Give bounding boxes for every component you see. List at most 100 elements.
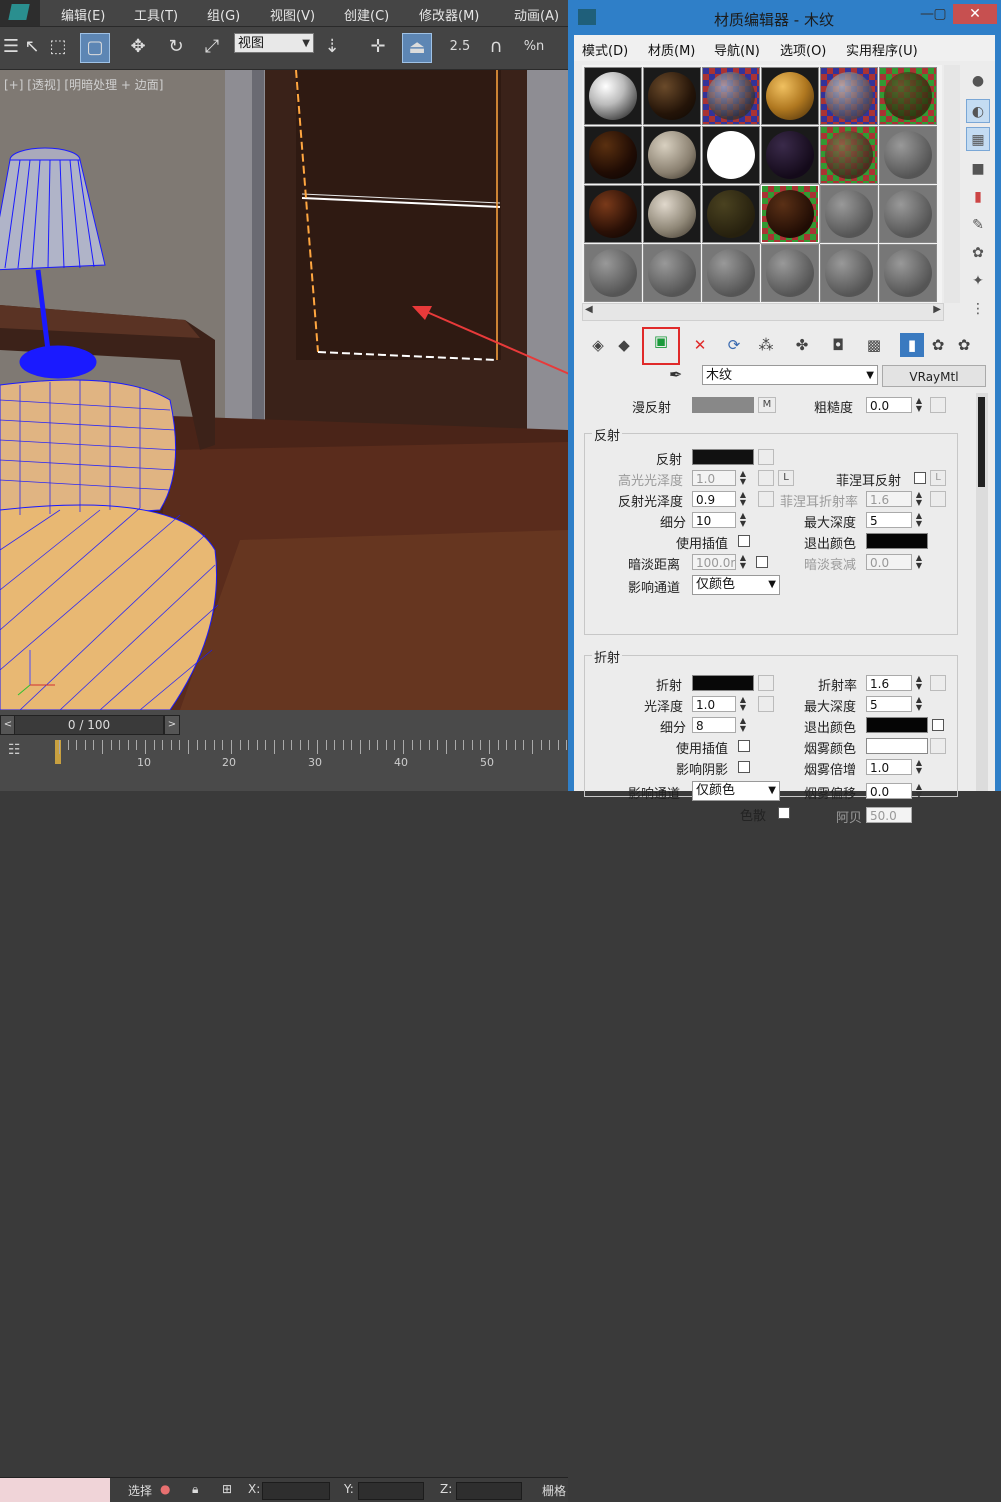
material-slot[interactable] bbox=[879, 67, 937, 125]
background-checker-icon[interactable]: ▦ bbox=[966, 127, 990, 151]
material-type-button[interactable]: VRayMtl bbox=[882, 365, 986, 387]
rect-selection-icon[interactable]: ⬚ bbox=[44, 33, 72, 61]
exit-color-swatch[interactable] bbox=[866, 533, 928, 549]
window-crossing-icon[interactable]: ▢ bbox=[80, 33, 110, 63]
gloss-map-button[interactable] bbox=[758, 696, 774, 712]
refr-subdivs-spinner[interactable]: ▲ ▼ bbox=[738, 717, 748, 733]
maximize-button[interactable]: ▢ bbox=[926, 4, 954, 24]
material-slot[interactable] bbox=[820, 244, 878, 302]
material-map-navigator-icon[interactable]: ⋮ bbox=[966, 297, 990, 321]
max-depth-field[interactable]: 5 bbox=[866, 512, 912, 528]
go-forward-sibling-icon[interactable]: ✿ bbox=[926, 333, 950, 357]
material-slot[interactable] bbox=[820, 67, 878, 125]
roughness-spinner[interactable]: ▲ ▼ bbox=[914, 397, 924, 413]
sample-uv-tiling-icon[interactable]: ■ bbox=[966, 157, 990, 181]
material-slot[interactable] bbox=[702, 126, 760, 184]
refr-exit-color-checkbox[interactable] bbox=[932, 719, 944, 731]
refract-map-button[interactable] bbox=[758, 675, 774, 691]
assign-to-selection-icon[interactable]: ▣ bbox=[642, 327, 680, 365]
menu-tools[interactable]: 工具(T) bbox=[134, 5, 178, 24]
hilight-gloss-field[interactable]: 1.0 bbox=[692, 470, 736, 486]
slots-vertical-scrollbar[interactable] bbox=[944, 65, 960, 303]
dispersion-checkbox[interactable] bbox=[778, 807, 790, 819]
menu-navigation[interactable]: 导航(N) bbox=[714, 40, 760, 59]
dim-distance-checkbox[interactable] bbox=[756, 556, 768, 568]
roughness-map-button[interactable] bbox=[930, 397, 946, 413]
material-editor-titlebar[interactable]: 材质编辑器 - 木纹 — ▢ ✕ bbox=[568, 0, 1001, 34]
menu-modes[interactable]: 模式(D) bbox=[582, 40, 628, 59]
reference-coord-dropdown[interactable]: 视图 ▼ bbox=[234, 33, 314, 53]
material-slot-active[interactable] bbox=[760, 184, 820, 244]
material-slot[interactable] bbox=[702, 67, 760, 125]
eyedropper-icon[interactable]: ✒ bbox=[669, 365, 693, 387]
isolate-icon[interactable]: ● bbox=[160, 1482, 170, 1496]
refl-gloss-map-button[interactable] bbox=[758, 491, 774, 507]
select-by-material-icon[interactable]: ✦ bbox=[966, 269, 990, 293]
go-to-parent-icon[interactable]: ▮ bbox=[900, 333, 924, 357]
ior-spinner[interactable]: ▲ ▼ bbox=[914, 675, 924, 691]
fog-bias-spinner[interactable]: ▲ ▼ bbox=[914, 783, 924, 799]
lock-selection-icon[interactable]: 🔒︎ bbox=[192, 1482, 198, 1497]
material-slot[interactable] bbox=[584, 185, 642, 243]
get-material-icon[interactable]: ◈ bbox=[586, 333, 610, 357]
z-coordinate-field[interactable] bbox=[456, 1482, 522, 1500]
material-slot[interactable] bbox=[702, 185, 760, 243]
time-slider[interactable]: 0 / 100 bbox=[14, 715, 164, 735]
pivot-icon[interactable]: ⇣ bbox=[318, 33, 346, 61]
refr-subdivs-field[interactable]: 8 bbox=[692, 717, 736, 733]
subdivs-spinner[interactable]: ▲ ▼ bbox=[738, 512, 748, 528]
material-slot[interactable] bbox=[761, 126, 819, 184]
use-interp-checkbox[interactable] bbox=[738, 535, 750, 547]
reflect-map-button[interactable] bbox=[758, 449, 774, 465]
options-icon[interactable]: ✿ bbox=[966, 241, 990, 265]
fog-color-map-button[interactable] bbox=[930, 738, 946, 754]
sample-type-icon[interactable]: ● bbox=[966, 69, 990, 93]
gloss-field[interactable]: 1.0 bbox=[692, 696, 736, 712]
menu-animation[interactable]: 动画(A) bbox=[514, 5, 559, 24]
ior-field[interactable]: 1.6 bbox=[866, 675, 912, 691]
refl-gloss-field[interactable]: 0.9 bbox=[692, 491, 736, 507]
put-to-scene-icon[interactable]: ◆ bbox=[612, 333, 636, 357]
close-button[interactable]: ✕ bbox=[953, 4, 997, 24]
menu-modifiers[interactable]: 修改器(M) bbox=[419, 5, 479, 24]
chevron-left-icon[interactable]: ◀ bbox=[585, 304, 593, 315]
next-frame-button[interactable]: > bbox=[164, 715, 180, 735]
fresnel-checkbox[interactable] bbox=[914, 472, 926, 484]
rotate-icon[interactable]: ↻ bbox=[162, 33, 190, 61]
dim-distance-field[interactable]: 100.0m bbox=[692, 554, 736, 570]
refr-exit-color-swatch[interactable] bbox=[866, 717, 928, 733]
subdivs-field[interactable]: 10 bbox=[692, 512, 736, 528]
roughness-field[interactable]: 0.0 bbox=[866, 397, 912, 413]
refr-use-interp-checkbox[interactable] bbox=[738, 740, 750, 752]
hilight-lock-button[interactable]: L bbox=[778, 470, 794, 486]
select-object-icon[interactable]: ↖ bbox=[18, 33, 46, 61]
material-slot[interactable] bbox=[761, 67, 819, 125]
show-end-result-icon[interactable]: ▩ bbox=[862, 333, 886, 357]
dim-falloff-spinner[interactable]: ▲ ▼ bbox=[914, 554, 924, 570]
menu-material[interactable]: 材质(M) bbox=[648, 40, 695, 59]
perspective-viewport[interactable]: [+] [透视] [明暗处理 + 边面] bbox=[0, 70, 568, 710]
material-slot[interactable] bbox=[820, 126, 878, 184]
affect-channels-dropdown[interactable]: 仅颜色 ▼ bbox=[692, 575, 780, 595]
y-coordinate-field[interactable] bbox=[358, 1482, 424, 1500]
snap-toggle-icon[interactable]: 2.5 bbox=[446, 33, 474, 61]
hilight-gloss-spinner[interactable]: ▲ ▼ bbox=[738, 470, 748, 486]
refract-color-swatch[interactable] bbox=[692, 675, 754, 691]
track-ruler[interactable]: 10 20 30 40 50 bbox=[55, 740, 576, 776]
fresnel-ior-spinner[interactable]: ▲ ▼ bbox=[914, 491, 924, 507]
absolute-mode-icon[interactable]: ⊞ bbox=[222, 1482, 232, 1496]
fresnel-ior-field[interactable]: 1.6 bbox=[866, 491, 912, 507]
maxscript-listener[interactable] bbox=[0, 1478, 110, 1502]
refr-max-depth-field[interactable]: 5 bbox=[866, 696, 912, 712]
angle-snap-icon[interactable]: ∩ bbox=[482, 33, 510, 61]
material-name-dropdown[interactable]: 木纹 ▼ bbox=[702, 365, 878, 385]
menu-group[interactable]: 组(G) bbox=[207, 5, 240, 24]
fog-mult-field[interactable]: 1.0 bbox=[866, 759, 912, 775]
parameters-scrollbar[interactable] bbox=[976, 393, 988, 791]
material-id-channel-icon[interactable]: ✤ bbox=[790, 333, 814, 357]
keyboard-shortcut-icon[interactable]: ⏏ bbox=[402, 33, 432, 63]
move-icon[interactable]: ✥ bbox=[124, 33, 152, 61]
material-slot[interactable] bbox=[584, 244, 642, 302]
ior-map-button[interactable] bbox=[930, 675, 946, 691]
x-coordinate-field[interactable] bbox=[262, 1482, 330, 1500]
